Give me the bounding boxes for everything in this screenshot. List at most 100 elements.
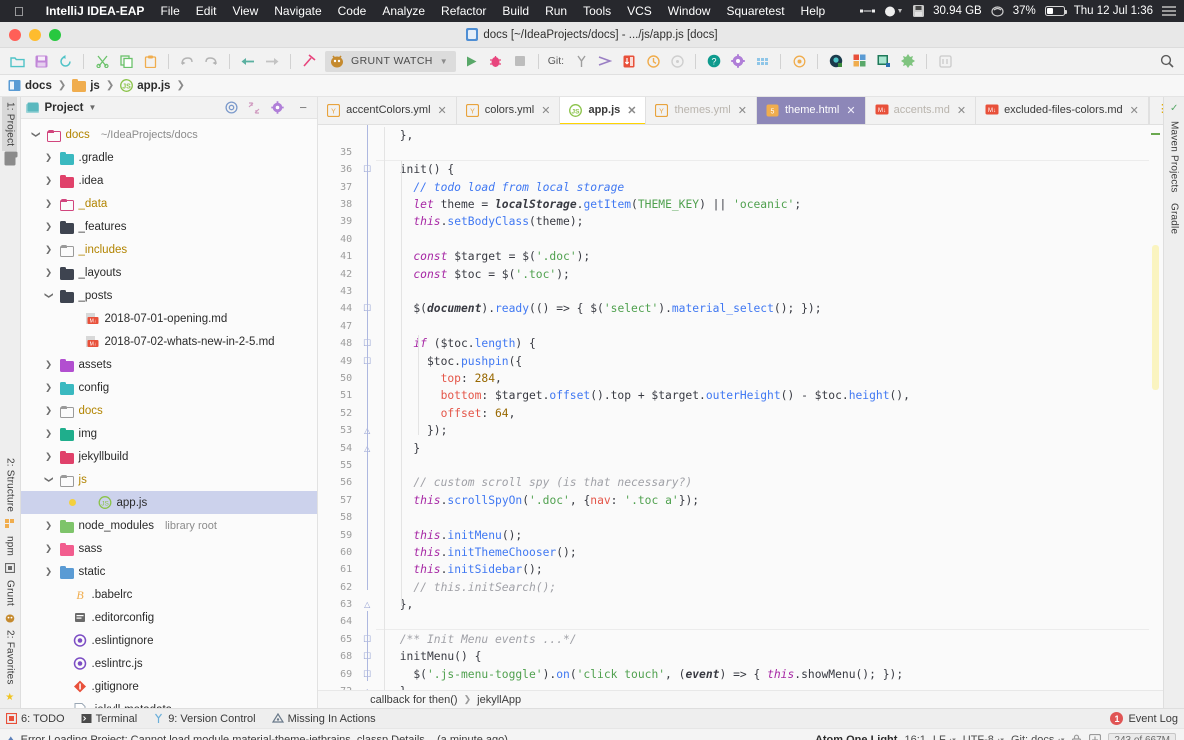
tab-overflow-icon[interactable]: ⋮ bbox=[1157, 106, 1164, 114]
status-git-branch[interactable]: Git: docs▴▾ bbox=[1011, 734, 1064, 740]
code-line[interactable] bbox=[386, 318, 1149, 335]
bottom-tab-terminal[interactable]: Terminal bbox=[81, 713, 138, 725]
inspection-ok-icon[interactable]: ✓ bbox=[1167, 101, 1182, 116]
git-update-icon[interactable] bbox=[618, 51, 640, 72]
tree-row[interactable]: .jekyll-metadata bbox=[21, 698, 318, 708]
tree-twisty[interactable]: ❯ bbox=[43, 152, 55, 163]
tree-twisty[interactable]: ❯ bbox=[43, 359, 55, 370]
airplay-icon[interactable] bbox=[860, 6, 875, 16]
project-settings-gear-icon[interactable] bbox=[271, 101, 289, 114]
tree-row[interactable]: ❯config bbox=[21, 376, 318, 399]
code-line[interactable]: this.initSidebar(); bbox=[386, 561, 1149, 578]
cloud-sync-icon[interactable] bbox=[991, 6, 1004, 17]
tree-twisty[interactable]: ❯ bbox=[43, 382, 55, 393]
tree-row[interactable]: ❯_includes bbox=[21, 238, 318, 261]
menu-build[interactable]: Build bbox=[494, 4, 537, 18]
tree-twisty[interactable]: ❯ bbox=[43, 566, 55, 577]
bottom-tab-version-control[interactable]: 9: Version Control bbox=[153, 713, 255, 725]
tab-bar-actions[interactable]: ⋮3 bbox=[1150, 97, 1164, 124]
copy-icon[interactable] bbox=[115, 51, 137, 72]
editor-scrollbar-thumb[interactable] bbox=[1152, 245, 1159, 390]
scroll-from-source-icon[interactable] bbox=[225, 101, 243, 114]
sync-refresh-icon[interactable] bbox=[54, 51, 76, 72]
event-log-button[interactable]: 1 Event Log bbox=[1110, 712, 1178, 725]
hide-panel-icon[interactable]: − bbox=[294, 100, 312, 115]
code-line[interactable]: bottom: $target.offset().top + $target.o… bbox=[386, 387, 1149, 404]
code-line[interactable]: // custom scroll spy (is that necessary?… bbox=[386, 474, 1149, 491]
run-configuration-selector[interactable]: GRUNT WATCH ▼ bbox=[325, 51, 456, 72]
code-editor[interactable]: 3536373839404142434447484950515253545556… bbox=[318, 125, 1163, 691]
menu-code[interactable]: Code bbox=[330, 4, 375, 18]
menu-analyze[interactable]: Analyze bbox=[374, 4, 433, 18]
git-branch-icon[interactable] bbox=[570, 51, 592, 72]
tree-row[interactable]: ❯_features bbox=[21, 215, 318, 238]
clock-label[interactable]: Thu 12 Jul 1:36 bbox=[1074, 5, 1153, 17]
tree-row[interactable]: ❯docs bbox=[21, 399, 318, 422]
settings-gear-icon[interactable] bbox=[727, 51, 749, 72]
run-anything-icon[interactable] bbox=[934, 51, 956, 72]
git-push-icon[interactable] bbox=[594, 51, 616, 72]
menu-app-name[interactable]: IntelliJ IDEA-EAP bbox=[38, 4, 153, 18]
code-line[interactable]: const $target = $('.doc'); bbox=[386, 248, 1149, 265]
undo-icon[interactable] bbox=[176, 51, 198, 72]
paste-icon[interactable] bbox=[139, 51, 161, 72]
code-line[interactable] bbox=[386, 231, 1149, 248]
project-scope-chevron-icon[interactable]: ▼ bbox=[89, 103, 97, 112]
tree-row[interactable]: ❯_posts bbox=[21, 284, 318, 307]
editor-tab[interactable]: JSapp.js✕ bbox=[560, 97, 646, 124]
close-tab-icon[interactable]: ✕ bbox=[438, 104, 447, 117]
breadcrumb-item-docs[interactable]: docs bbox=[8, 79, 52, 92]
cut-icon[interactable] bbox=[91, 51, 113, 72]
tree-row[interactable]: M↓2018-07-01-opening.md bbox=[21, 307, 318, 330]
code-folding-gutter[interactable]: ☐☐☐☐△△△☐☐☐△ bbox=[358, 125, 376, 691]
close-tab-icon[interactable]: ✕ bbox=[738, 104, 747, 117]
code-line[interactable]: this.setBodyClass(theme); bbox=[386, 213, 1149, 230]
tree-twisty[interactable]: ❯ bbox=[43, 244, 55, 255]
tree-twisty[interactable]: ❯ bbox=[43, 428, 55, 439]
terminal-tool-icon[interactable] bbox=[873, 51, 895, 72]
tree-twisty[interactable]: ❯ bbox=[43, 474, 54, 486]
code-line[interactable]: /** Init Menu events ...*/ bbox=[386, 631, 1149, 648]
tree-row[interactable]: ❯js bbox=[21, 468, 318, 491]
project-file-tree[interactable]: ❯docs~/IdeaProjects/docs❯.gradle❯.idea❯_… bbox=[21, 119, 318, 708]
target-icon[interactable] bbox=[788, 51, 810, 72]
code-line[interactable]: }, bbox=[386, 127, 1149, 144]
code-line[interactable]: }, bbox=[386, 596, 1149, 613]
database-icon[interactable] bbox=[825, 51, 847, 72]
tree-row[interactable]: ❯jekyllbuild bbox=[21, 445, 318, 468]
status-message[interactable]: Error Loading Project: Cannot load modul… bbox=[21, 734, 508, 740]
code-line[interactable]: this.initThemeChooser(); bbox=[386, 544, 1149, 561]
menu-squaretest[interactable]: Squaretest bbox=[718, 4, 792, 18]
sidebar-item-grunt[interactable]: Grunt bbox=[2, 575, 17, 611]
code-line[interactable]: $('.js-menu-toggle').on('click touch', (… bbox=[386, 666, 1149, 683]
code-line[interactable]: top: 284, bbox=[386, 370, 1149, 387]
code-line[interactable] bbox=[386, 457, 1149, 474]
editor-crumb-callback[interactable]: callback for then() bbox=[370, 694, 457, 706]
tree-row[interactable]: M↓2018-07-02-whats-new-in-2-5.md bbox=[21, 330, 318, 353]
status-theme-label[interactable]: Atom One Light bbox=[815, 734, 898, 740]
tree-row[interactable]: ❯docs~/IdeaProjects/docs bbox=[21, 123, 318, 146]
code-line[interactable]: } bbox=[386, 440, 1149, 457]
tree-row[interactable]: ❯_data bbox=[21, 192, 318, 215]
dropbox-status-icon[interactable] bbox=[884, 6, 904, 17]
code-line[interactable]: // todo load from local storage bbox=[386, 179, 1149, 196]
breadcrumb-item-appjs[interactable]: JS app.js bbox=[120, 79, 170, 92]
tree-row[interactable]: JSapp.js bbox=[21, 491, 318, 514]
source-code-text[interactable]: }, init() { // todo load from local stor… bbox=[376, 125, 1149, 691]
help-icon[interactable]: ? bbox=[703, 51, 725, 72]
close-tab-icon[interactable]: ✕ bbox=[846, 104, 855, 117]
forward-arrow-icon[interactable] bbox=[261, 51, 283, 72]
breadcrumb-item-js[interactable]: js bbox=[72, 79, 100, 92]
editor-marker-strip[interactable] bbox=[1149, 125, 1163, 691]
code-line[interactable]: offset: 64, bbox=[386, 405, 1149, 422]
collapse-all-icon[interactable] bbox=[248, 102, 266, 114]
close-tab-icon[interactable]: ✕ bbox=[627, 104, 636, 117]
close-tab-icon[interactable]: ✕ bbox=[1130, 104, 1139, 117]
menu-edit[interactable]: Edit bbox=[188, 4, 225, 18]
tree-twisty[interactable]: ❯ bbox=[43, 451, 55, 462]
tree-twisty[interactable]: ❯ bbox=[43, 267, 55, 278]
tree-row[interactable]: ❯static bbox=[21, 560, 318, 583]
code-line[interactable]: let theme = localStorage.getItem(THEME_K… bbox=[386, 196, 1149, 213]
menu-window[interactable]: Window bbox=[660, 4, 719, 18]
code-line[interactable]: }, bbox=[386, 683, 1149, 690]
